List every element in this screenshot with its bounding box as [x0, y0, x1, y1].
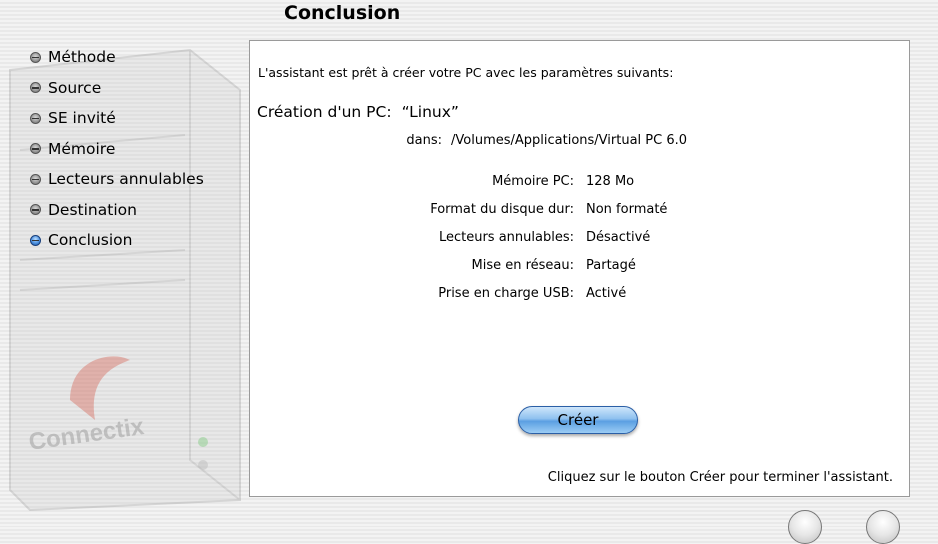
param-label: Mémoire PC:	[492, 174, 574, 189]
param-value: Partagé	[586, 258, 636, 273]
param-value: Désactivé	[586, 230, 651, 245]
step-label: Méthode	[48, 48, 116, 67]
creation-label: Création d'un PC:	[257, 103, 392, 121]
step-label: SE invité	[48, 109, 116, 128]
step-label: Mémoire	[48, 139, 116, 158]
step-bullet-icon	[30, 204, 41, 216]
step-label: Destination	[48, 200, 137, 219]
step-bullet-icon	[30, 143, 41, 155]
back-arrow-button[interactable]	[788, 510, 822, 544]
summary-panel: L'assistant est prêt à créer votre PC av…	[249, 40, 910, 497]
param-value: Non formaté	[586, 202, 668, 217]
step-bullet-icon	[30, 51, 41, 63]
param-label: Format du disque dur:	[430, 202, 574, 217]
step-label: Lecteurs annulables	[48, 170, 204, 189]
step-bullet-icon	[30, 82, 41, 94]
forward-arrow-button[interactable]	[866, 510, 900, 544]
param-value: Activé	[586, 286, 627, 301]
sidebar-step-se-invite: SE invité	[30, 103, 204, 134]
step-bullet-icon	[30, 112, 41, 124]
location-value: /Volumes/Applications/Virtual PC 6.0	[451, 133, 688, 148]
step-bullet-icon	[30, 173, 41, 185]
param-label: Lecteurs annulables:	[438, 230, 574, 245]
sidebar-step-conclusion: Conclusion	[30, 225, 204, 256]
sidebar-step-memoire: Mémoire	[30, 134, 204, 165]
sidebar-step-methode: Méthode	[30, 42, 204, 73]
creation-line: Création d'un PC: “Linux”	[257, 103, 459, 121]
sidebar-step-source: Source	[30, 73, 204, 104]
steps-sidebar: Méthode Source SE invité Mémoire Lecteur…	[30, 42, 204, 256]
footer-hint: Cliquez sur le bouton Créer pour termine…	[547, 470, 893, 485]
step-label: Conclusion	[48, 231, 133, 250]
sidebar-step-destination: Destination	[30, 195, 204, 226]
step-bullet-active-icon	[30, 234, 41, 246]
location-label: dans:	[406, 133, 442, 148]
param-label: Mise en réseau:	[471, 258, 574, 273]
pc-name: “Linux”	[401, 103, 459, 121]
step-label: Source	[48, 78, 102, 97]
sidebar-step-lecteurs: Lecteurs annulables	[30, 164, 204, 195]
param-label: Prise en charge USB:	[438, 286, 574, 301]
intro-text: L'assistant est prêt à créer votre PC av…	[258, 65, 674, 80]
page-title: Conclusion	[284, 2, 401, 24]
create-button[interactable]: Créer	[518, 406, 638, 434]
param-value: 128 Mo	[586, 174, 635, 189]
